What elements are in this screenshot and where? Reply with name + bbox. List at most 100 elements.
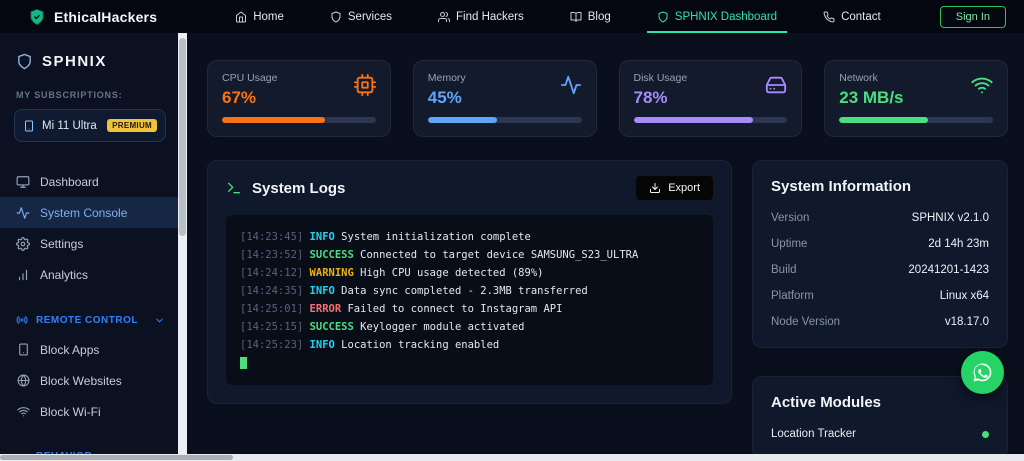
whatsapp-icon (970, 360, 995, 385)
sidebar-brand-name: SPHNIX (42, 53, 107, 70)
stat-value: 67% (222, 88, 376, 108)
info-label: Node Version (771, 316, 840, 328)
app-window: EthicalHackers Home Services Find Hacker… (0, 0, 1024, 461)
stats-row: CPU Usage 67% Memory 45% Disk Usage 78% (207, 60, 1008, 137)
log-level: WARNING (310, 267, 354, 279)
log-time: [14:25:01] (240, 303, 303, 315)
subscription-device-name: Mi 11 Ultra (42, 120, 97, 132)
nav-item-contact[interactable]: Contact (823, 0, 881, 33)
module-label: Location Tracker (771, 428, 856, 440)
smartphone-icon (17, 343, 30, 356)
export-button[interactable]: Export (636, 176, 713, 200)
stat-label: CPU Usage (222, 72, 376, 84)
log-output[interactable]: [14:23:45] INFO System initialization co… (226, 215, 713, 385)
log-line: [14:25:23] INFO Location tracking enable… (240, 336, 699, 354)
info-value: 20241201-1423 (908, 264, 989, 276)
info-row-version: Version SPHNIX v2.1.0 (771, 212, 989, 224)
nav-label: Blog (588, 11, 611, 23)
stat-value: 23 MB/s (839, 88, 993, 108)
module-row-location-tracker: Location Tracker (771, 428, 989, 440)
progress-track (428, 117, 582, 123)
info-value: Linux x64 (940, 290, 989, 302)
horizontal-scrollbar[interactable] (0, 454, 1024, 461)
sidebar-item-block-apps[interactable]: Block Apps (0, 334, 178, 365)
stat-card-network: Network 23 MB/s (824, 60, 1008, 137)
log-message: Keylogger module activated (360, 321, 524, 333)
wifi-icon (971, 74, 993, 96)
log-level: SUCCESS (310, 321, 354, 333)
whatsapp-button[interactable] (961, 351, 1004, 394)
log-message: High CPU usage detected (89%) (360, 267, 543, 279)
log-message: Data sync completed - 2.3MB transferred (341, 285, 588, 297)
cpu-icon (354, 74, 376, 96)
log-line: [14:25:01] ERROR Failed to connect to In… (240, 300, 699, 318)
stat-value: 45% (428, 88, 582, 108)
shield-icon (330, 11, 342, 23)
section-remote-control[interactable]: REMOTE CONTROL (0, 314, 178, 326)
sidebar-item-settings[interactable]: Settings (0, 228, 178, 259)
brand[interactable]: EthicalHackers (28, 8, 157, 26)
nav-label: Find Hackers (456, 11, 524, 23)
sidebar-item-block-wifi[interactable]: Block Wi-Fi (0, 396, 178, 427)
info-value: 2d 14h 23m (928, 238, 989, 250)
status-dot (982, 431, 989, 438)
sign-in-button[interactable]: Sign In (940, 6, 1006, 28)
sidebar-scrollbar[interactable] (178, 33, 187, 461)
log-level: INFO (310, 339, 335, 351)
stat-label: Network (839, 72, 993, 84)
nav-item-services[interactable]: Services (330, 0, 392, 33)
nav-item-find-hackers[interactable]: Find Hackers (438, 0, 524, 33)
info-row-build: Build 20241201-1423 (771, 264, 989, 276)
log-message: Connected to target device SAMSUNG_S23_U… (360, 249, 638, 261)
menu-label: System Console (40, 206, 127, 220)
sidebar-scrollbar-thumb[interactable] (179, 38, 186, 236)
top-navbar: EthicalHackers Home Services Find Hacker… (0, 0, 1024, 33)
nav-item-sphnix-dashboard[interactable]: SPHNIX Dashboard (657, 0, 777, 33)
menu-label: Block Wi-Fi (40, 405, 101, 419)
system-logs-panel: System Logs Export [14:23:45] INFO Syste… (207, 160, 732, 404)
nav-item-blog[interactable]: Blog (570, 0, 611, 33)
sidebar-brand: SPHNIX (0, 47, 178, 82)
sidebar-item-dashboard[interactable]: Dashboard (0, 166, 178, 197)
sidebar-item-system-console[interactable]: System Console (0, 197, 178, 228)
log-cursor-line (240, 354, 699, 372)
menu-label: Block Websites (40, 374, 122, 388)
system-logs-title: System Logs (252, 180, 345, 197)
log-level: ERROR (310, 303, 342, 315)
shield-icon (657, 11, 669, 23)
terminal-icon (226, 180, 242, 196)
progress-fill (222, 117, 325, 123)
shield-icon (16, 53, 33, 70)
info-label: Uptime (771, 238, 807, 250)
page-body: SPHNIX MY SUBSCRIPTIONS: Mi 11 Ultra PRE… (0, 33, 1024, 461)
log-line: [14:24:35] INFO Data sync completed - 2.… (240, 282, 699, 300)
system-logs-header: System Logs Export (226, 176, 713, 200)
log-line: [14:25:15] SUCCESS Keylogger module acti… (240, 318, 699, 336)
progress-track (222, 117, 376, 123)
info-value: v18.17.0 (945, 316, 989, 328)
monitor-icon (16, 175, 30, 189)
log-time: [14:25:23] (240, 339, 303, 351)
subscription-card[interactable]: Mi 11 Ultra PREMIUM (14, 109, 166, 142)
stat-card-cpu: CPU Usage 67% (207, 60, 391, 137)
phone-icon (823, 11, 835, 23)
sidebar-item-analytics[interactable]: Analytics (0, 259, 178, 290)
section-label: REMOTE CONTROL (36, 315, 138, 326)
nav-items: Home Services Find Hackers Blog SPHNIX D… (235, 0, 881, 33)
sidebar-item-block-websites[interactable]: Block Websites (0, 365, 178, 396)
info-row-uptime: Uptime 2d 14h 23m (771, 238, 989, 250)
horizontal-scrollbar-thumb[interactable] (0, 455, 233, 460)
stat-card-disk: Disk Usage 78% (619, 60, 803, 137)
brand-name: EthicalHackers (54, 9, 157, 25)
log-time: [14:24:35] (240, 285, 303, 297)
nav-item-home[interactable]: Home (235, 0, 284, 33)
info-label: Build (771, 264, 797, 276)
stat-value: 78% (634, 88, 788, 108)
progress-fill (839, 117, 928, 123)
progress-fill (634, 117, 754, 123)
log-time: [14:25:15] (240, 321, 303, 333)
nav-label: Home (253, 11, 284, 23)
brand-shield-icon (28, 8, 46, 26)
info-label: Version (771, 212, 809, 224)
right-column: System Information Version SPHNIX v2.1.0… (752, 160, 1008, 458)
